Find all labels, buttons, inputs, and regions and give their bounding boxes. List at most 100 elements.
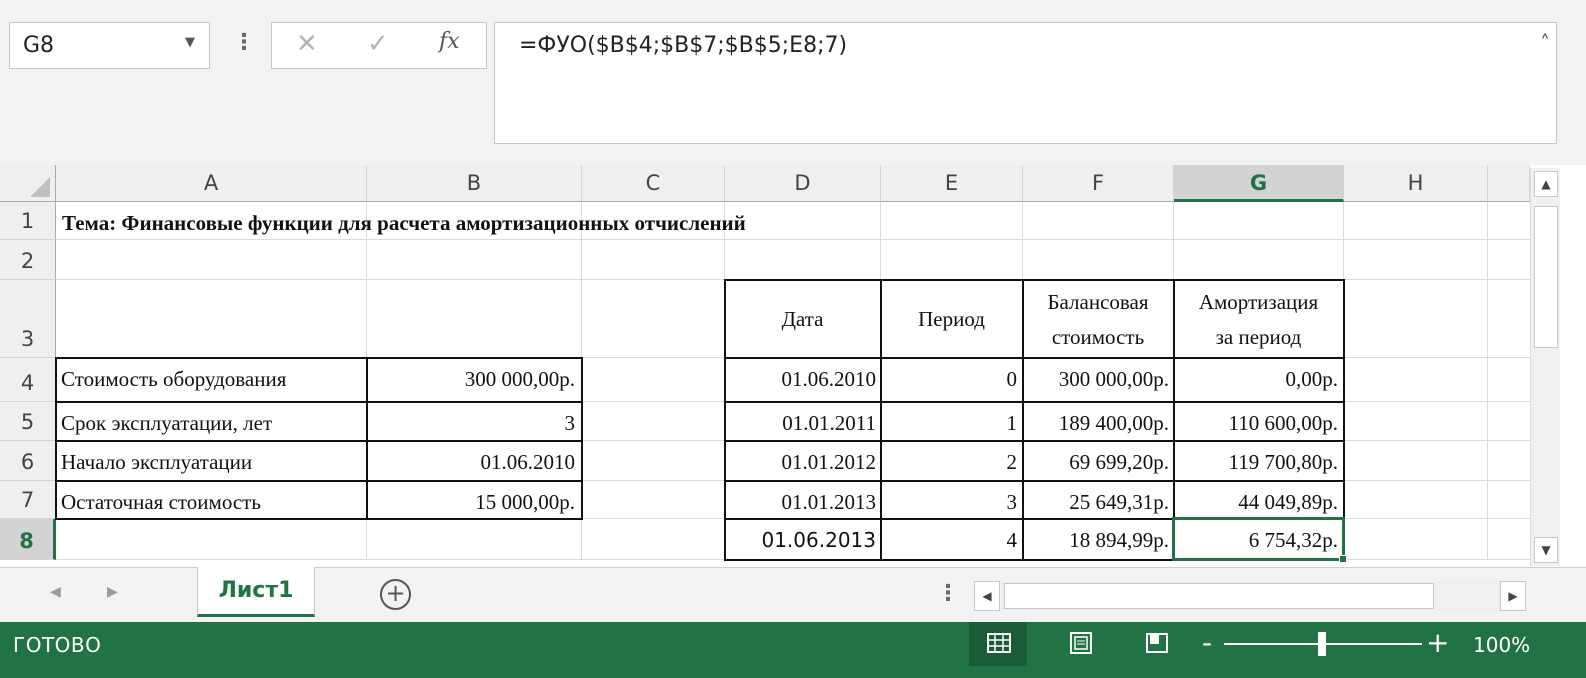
param-value[interactable]: 01.06.2010 <box>368 450 576 475</box>
schedule-period[interactable]: 2 <box>881 450 1018 475</box>
vertical-scrollbar[interactable]: ▲ ▼ <box>1530 168 1560 566</box>
name-box[interactable]: G8 ▼ <box>9 22 210 69</box>
schedule-amortization[interactable]: 110 600,00р. <box>1174 411 1338 436</box>
row-header-1[interactable]: 1 <box>0 202 56 240</box>
param-label[interactable]: Стоимость оборудования <box>61 367 286 392</box>
formula-bar-area: G8 ▼ ⋮ ✕ ✓ fx =ФУО($B$4;$B$7;$B$5;E8;7) … <box>0 0 1586 165</box>
formula-buttons: ✕ ✓ fx <box>271 22 487 69</box>
row-header-8[interactable]: 8 <box>0 519 56 560</box>
schedule-date[interactable]: 01.01.2012 <box>725 450 877 475</box>
column-header-next[interactable] <box>1488 165 1530 202</box>
row-header-5[interactable]: 5 <box>0 402 56 441</box>
formula-input[interactable]: =ФУО($B$4;$B$7;$B$5;E8;7) ˄ <box>494 22 1557 144</box>
scroll-up-icon[interactable]: ▲ <box>1534 171 1558 197</box>
vertical-scroll-thumb[interactable] <box>1534 206 1558 348</box>
column-header-g[interactable]: G <box>1174 165 1344 202</box>
header-period[interactable]: Период <box>881 307 1022 332</box>
page-layout-button[interactable] <box>1051 622 1109 666</box>
row-number: 4 <box>20 371 35 395</box>
fill-handle[interactable] <box>1339 555 1347 563</box>
prev-sheet-icon[interactable]: ◀ <box>50 584 61 600</box>
zoom-out-icon[interactable]: - <box>1202 626 1212 659</box>
param-label[interactable]: Остаточная стоимость <box>61 490 261 515</box>
schedule-balance[interactable]: 69 699,20р. <box>1023 450 1169 475</box>
border-line <box>725 357 1345 359</box>
border-line <box>56 518 583 520</box>
chevron-down-icon[interactable]: ▼ <box>185 35 195 50</box>
scroll-right-icon[interactable]: ▶ <box>1500 581 1526 611</box>
scroll-left-icon[interactable]: ◀ <box>974 581 1000 611</box>
schedule-amortization[interactable]: 0,00р. <box>1174 367 1339 392</box>
row-header-2[interactable]: 2 <box>0 240 56 280</box>
row-number: 3 <box>20 327 35 351</box>
check-icon[interactable]: ✓ <box>367 29 389 59</box>
schedule-balance[interactable]: 300 000,00р. <box>1023 367 1169 392</box>
header-date[interactable]: Дата <box>725 307 880 332</box>
border-line <box>581 357 583 520</box>
column-header-e[interactable]: E <box>881 165 1023 202</box>
horizontal-scrollbar[interactable]: ◀ ▶ <box>974 581 1526 611</box>
chevron-up-icon[interactable]: ˄ <box>1540 31 1550 55</box>
column-header-c[interactable]: C <box>582 165 725 202</box>
header-amort-line1[interactable]: Амортизация <box>1174 290 1343 315</box>
scroll-down-icon[interactable]: ▼ <box>1534 537 1558 563</box>
header-balance-line2: стоимость <box>1051 325 1145 349</box>
param-label[interactable]: Начало эксплуатации <box>61 450 252 475</box>
schedule-period[interactable]: 0 <box>881 367 1018 392</box>
status-text: ГОТОВО <box>13 633 102 657</box>
sheet-tab-list1[interactable]: Лист1 <box>197 567 315 617</box>
status-bar: ГОТОВО - + 100% <box>0 622 1586 678</box>
header-balance-line1[interactable]: Балансовая <box>1023 290 1173 315</box>
schedule-period[interactable]: 4 <box>881 528 1018 553</box>
column-header-h[interactable]: H <box>1344 165 1488 202</box>
normal-view-button[interactable] <box>969 622 1027 666</box>
param-value[interactable]: 15 000,00р. <box>368 490 575 515</box>
border-line <box>56 357 583 359</box>
column-header-b[interactable]: B <box>367 165 582 202</box>
param-label[interactable]: Срок эксплуатации, лет <box>61 411 272 436</box>
row-number: 2 <box>20 249 35 273</box>
border-line <box>56 440 583 442</box>
more-options-icon[interactable]: ⋮ <box>233 30 255 55</box>
schedule-date[interactable]: 01.06.2010 <box>725 367 877 392</box>
row-header-4[interactable]: 4 <box>0 358 56 402</box>
schedule-date[interactable]: 01.01.2013 <box>725 490 877 515</box>
column-header-d[interactable]: D <box>725 165 881 202</box>
schedule-period[interactable]: 3 <box>881 490 1018 515</box>
zoom-level[interactable]: 100% <box>1473 633 1530 657</box>
border-line <box>880 279 882 561</box>
column-header-f[interactable]: F <box>1023 165 1174 202</box>
border-line <box>725 401 1345 403</box>
schedule-balance[interactable]: 18 894,99р. <box>1023 528 1169 553</box>
horizontal-scroll-thumb[interactable] <box>1004 583 1434 609</box>
title-cell[interactable]: Тема: Финансовые функции для расчета амо… <box>62 211 746 236</box>
schedule-balance[interactable]: 189 400,00р. <box>1023 411 1169 436</box>
row-header-6[interactable]: 6 <box>0 441 56 481</box>
schedule-amortization[interactable]: 44 049,89р. <box>1174 490 1338 515</box>
row-header-7[interactable]: 7 <box>0 481 56 519</box>
param-value[interactable]: 3 <box>368 411 576 436</box>
column-header-a[interactable]: A <box>56 165 367 202</box>
schedule-date[interactable]: 01.06.2013 <box>725 528 876 552</box>
schedule-balance[interactable]: 25 649,31р. <box>1023 490 1169 515</box>
select-all-triangle-icon <box>30 177 50 197</box>
border-line <box>56 480 583 482</box>
more-options-icon[interactable]: ⋮ <box>937 581 959 606</box>
schedule-period[interactable]: 1 <box>881 411 1018 436</box>
worksheet-grid[interactable]: ABCDEFGH 1 2 3 4 5 6 7 8 Тема: Финансовые функц… <box>0 165 1586 567</box>
select-all-button[interactable] <box>0 165 56 202</box>
border-line <box>56 401 583 403</box>
border-line <box>725 480 1345 482</box>
row-header-3[interactable]: 3 <box>0 280 56 358</box>
param-value[interactable]: 300 000,00р. <box>368 367 575 392</box>
schedule-date[interactable]: 01.01.2011 <box>725 411 876 436</box>
cancel-icon[interactable]: ✕ <box>296 29 318 59</box>
insert-function-icon[interactable]: fx <box>439 29 460 54</box>
add-sheet-icon[interactable]: + <box>380 579 411 610</box>
zoom-in-icon[interactable]: + <box>1426 626 1449 659</box>
zoom-slider-thumb[interactable] <box>1318 632 1326 656</box>
page-break-preview-button[interactable] <box>1127 622 1185 666</box>
next-sheet-icon[interactable]: ▶ <box>107 584 118 600</box>
sheet-tab-bar: ◀ ▶ Лист1 + ⋮ ◀ ▶ <box>0 567 1586 622</box>
schedule-amortization[interactable]: 119 700,80р. <box>1174 450 1338 475</box>
